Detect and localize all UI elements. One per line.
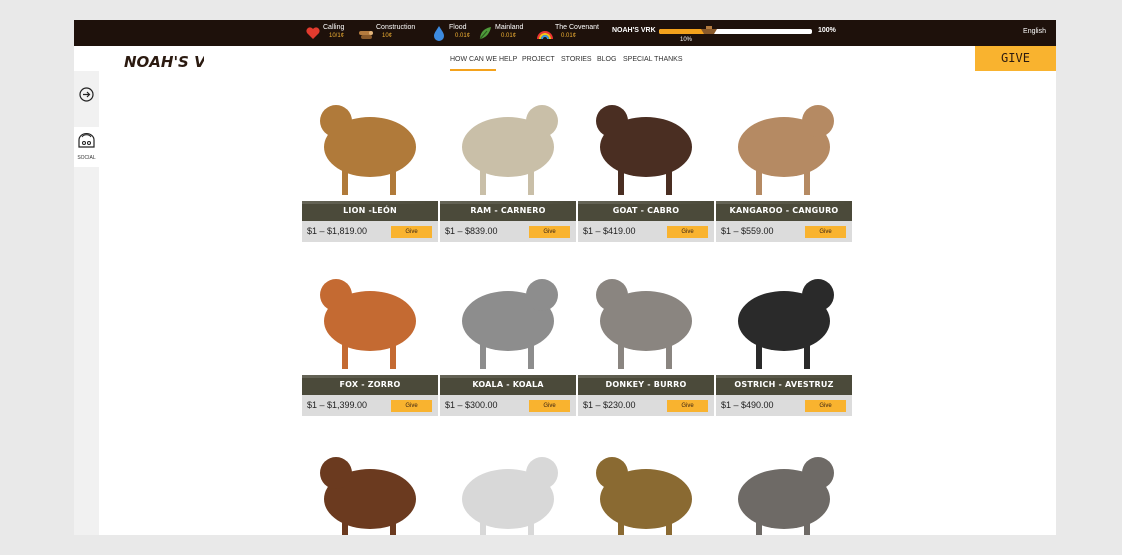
animal-name: KANGAROO - CANGURO — [716, 201, 852, 221]
animal-name: OSTRICH - AVESTRUZ — [716, 375, 852, 395]
animal-photo — [596, 279, 692, 369]
social-label: SOCIAL — [77, 155, 96, 161]
price-row: $1 – $230.00 Give — [578, 395, 714, 416]
price-row: $1 – $1,399.00 Give — [302, 395, 438, 416]
animal-photo — [462, 457, 558, 535]
price-range: $1 – $559.00 — [721, 226, 774, 236]
stat-label: The Covenant — [555, 24, 599, 31]
nav-how-can-we-help[interactable]: HOW CAN WE HELP — [450, 56, 517, 63]
stat-value: 0.01¢ — [501, 33, 517, 39]
price-range: $1 – $490.00 — [721, 400, 774, 410]
stats-bar: Calling 10/1¢ Construction 10¢ Flood 0.0… — [74, 20, 1056, 46]
nav-stories[interactable]: STORIES — [561, 56, 592, 63]
price-row: $1 – $300.00 Give — [440, 395, 576, 416]
price-row: $1 – $419.00 Give — [578, 221, 714, 242]
progress-track — [659, 26, 812, 34]
animal-photo — [596, 105, 692, 195]
page: Calling 10/1¢ Construction 10¢ Flood 0.0… — [74, 20, 1056, 535]
price-range: $1 – $419.00 — [583, 226, 636, 236]
stat-label: Construction — [376, 24, 416, 31]
animal-photo — [462, 279, 558, 369]
price-row: $1 – $1,819.00 Give — [302, 221, 438, 242]
price-row: $1 – $490.00 Give — [716, 395, 852, 416]
animal-name: DONKEY - BURRO — [578, 375, 714, 395]
give-animal-button[interactable]: Give — [805, 400, 846, 412]
nav-special-thanks[interactable]: SPECIAL THANKS — [623, 56, 683, 63]
price-row: $1 – $559.00 Give — [716, 221, 852, 242]
arrow-right-circle-icon[interactable] — [79, 87, 94, 102]
stat-label: Flood — [449, 24, 467, 31]
animal-name: KOALA - KOALA — [440, 375, 576, 395]
nav-blog[interactable]: BLOG — [597, 56, 616, 63]
social-panel[interactable]: SOCIAL — [74, 127, 99, 167]
give-button[interactable]: GIVE — [975, 46, 1056, 71]
animal-photo — [320, 105, 416, 195]
animal-photo — [462, 105, 558, 195]
price-range: $1 – $1,399.00 — [307, 400, 368, 410]
price-range: $1 – $839.00 — [445, 226, 498, 236]
stat-value: 0.01¢ — [455, 33, 471, 39]
price-row: $1 – $839.00 Give — [440, 221, 576, 242]
logo[interactable]: NOAH'S VRK — [122, 50, 204, 72]
stat-value: 10/1¢ — [329, 33, 345, 39]
left-rail: SOCIAL — [74, 71, 99, 535]
animal-name: GOAT - CABRO — [578, 201, 714, 221]
give-animal-button[interactable]: Give — [529, 226, 570, 238]
nav-active-indicator — [450, 69, 496, 71]
wood-logs-icon — [359, 31, 373, 39]
stat-value: 10¢ — [382, 33, 393, 39]
social-icon — [78, 133, 95, 148]
price-range: $1 – $1,819.00 — [307, 226, 368, 236]
animal-photo — [320, 457, 416, 535]
progress-end: 100% — [818, 27, 836, 34]
give-animal-button[interactable]: Give — [391, 400, 432, 412]
animal-photo — [320, 279, 416, 369]
animal-name: FOX - ZORRO — [302, 375, 438, 395]
price-range: $1 – $230.00 — [583, 400, 636, 410]
animal-photo — [738, 457, 834, 535]
rainbow-icon — [537, 31, 553, 40]
progress-label: NOAH'S VRK — [612, 27, 656, 34]
animal-photo — [738, 279, 834, 369]
progress-start: 10% — [680, 37, 693, 43]
heart-icon — [306, 27, 320, 39]
nav-project[interactable]: PROJECT — [522, 56, 555, 63]
water-drop-icon — [434, 26, 444, 41]
give-animal-button[interactable]: Give — [805, 226, 846, 238]
stat-value: 0.01¢ — [561, 33, 577, 39]
animal-photo — [738, 105, 834, 195]
give-animal-button[interactable]: Give — [529, 400, 570, 412]
animal-photo — [596, 457, 692, 535]
give-animal-button[interactable]: Give — [391, 226, 432, 238]
leaf-icon — [479, 27, 491, 40]
price-range: $1 – $300.00 — [445, 400, 498, 410]
give-animal-button[interactable]: Give — [667, 226, 708, 238]
language-selector[interactable]: English — [1023, 28, 1046, 35]
animal-name: LION -LEÓN — [302, 201, 438, 221]
logo-text: NOAH'S VRK — [124, 53, 204, 71]
stat-label: Mainland — [495, 24, 524, 31]
stat-label: Calling — [323, 24, 345, 31]
ark-boat-icon — [701, 26, 718, 34]
give-animal-button[interactable]: Give — [667, 400, 708, 412]
animal-name: RAM - CARNERO — [440, 201, 576, 221]
